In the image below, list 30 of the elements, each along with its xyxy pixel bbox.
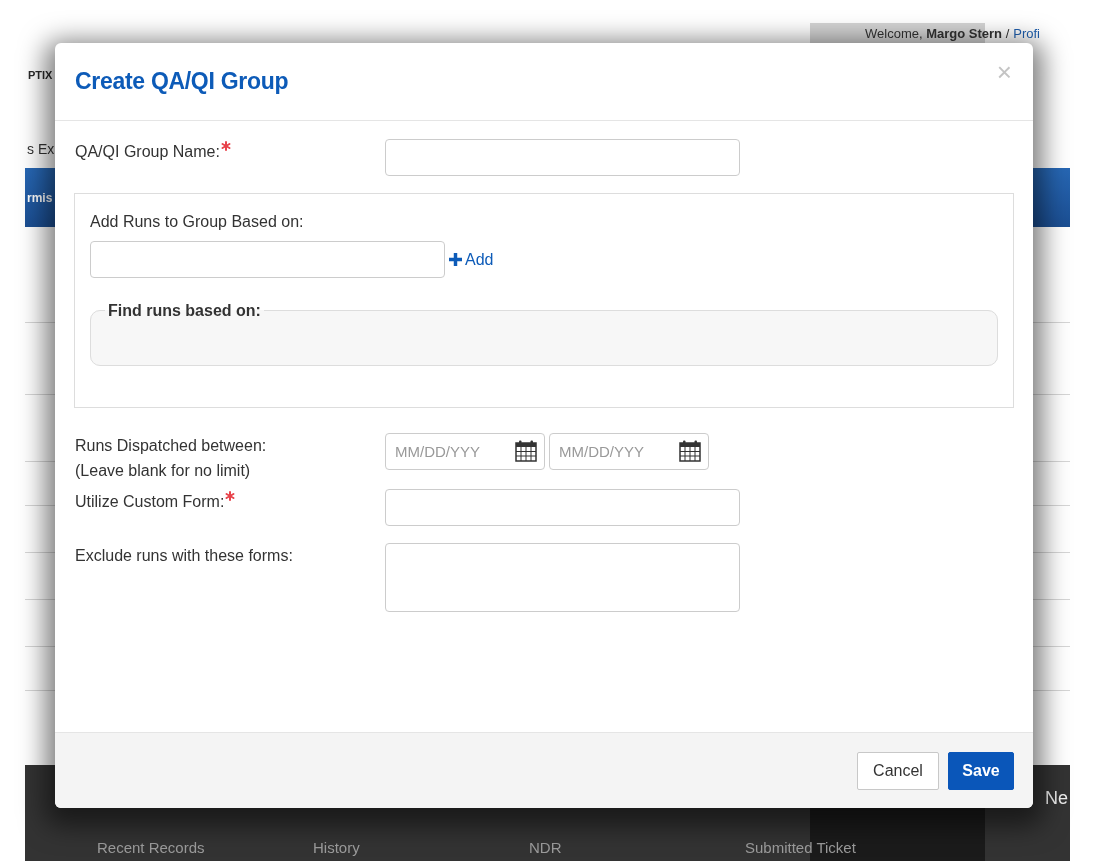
field-label: Runs Dispatched between: — [75, 436, 267, 456]
calendar-icon — [679, 440, 701, 462]
dialog-title: Create QA/QI Group — [75, 68, 289, 95]
field-label: QA/QI Group Name: — [75, 142, 220, 162]
footer-link[interactable]: History — [313, 839, 360, 856]
plus-icon — [449, 253, 462, 266]
nav-item[interactable]: Ne — [1045, 787, 1068, 809]
field-label: Add Runs to Group Based on: — [90, 212, 304, 232]
welcome-text: Welcome, Margo Stern / — [865, 26, 1010, 43]
field-hint: (Leave blank for no limit) — [75, 461, 252, 481]
date-field[interactable]: MM/DD/YYY — [385, 433, 545, 470]
footer-link[interactable]: Recent Records — [97, 839, 205, 856]
menu-text: s Ex — [27, 141, 55, 157]
add-link[interactable]: Add — [449, 249, 494, 270]
cancel-button[interactable]: Cancel — [857, 751, 939, 790]
field-label: Utilize Custom Form: — [75, 492, 225, 512]
profile-link[interactable]: Profi — [1013, 26, 1040, 43]
calendar-icon — [515, 440, 537, 462]
date-field[interactable]: MM/DD/YYY — [549, 433, 709, 470]
banner-text: rmis — [27, 190, 53, 205]
logo-text: PTIX — [28, 69, 53, 82]
footer-link[interactable]: Submitted Ticket — [745, 839, 856, 856]
text-input[interactable] — [385, 489, 740, 526]
panel-legend: Find runs based on: — [105, 301, 264, 320]
text-input[interactable] — [90, 241, 445, 278]
text-input[interactable] — [385, 139, 740, 176]
text-area[interactable] — [385, 543, 740, 612]
footer-link[interactable]: NDR — [529, 839, 562, 856]
save-button[interactable]: Save — [948, 751, 1014, 790]
field-label: Exclude runs with these forms: — [75, 546, 293, 566]
